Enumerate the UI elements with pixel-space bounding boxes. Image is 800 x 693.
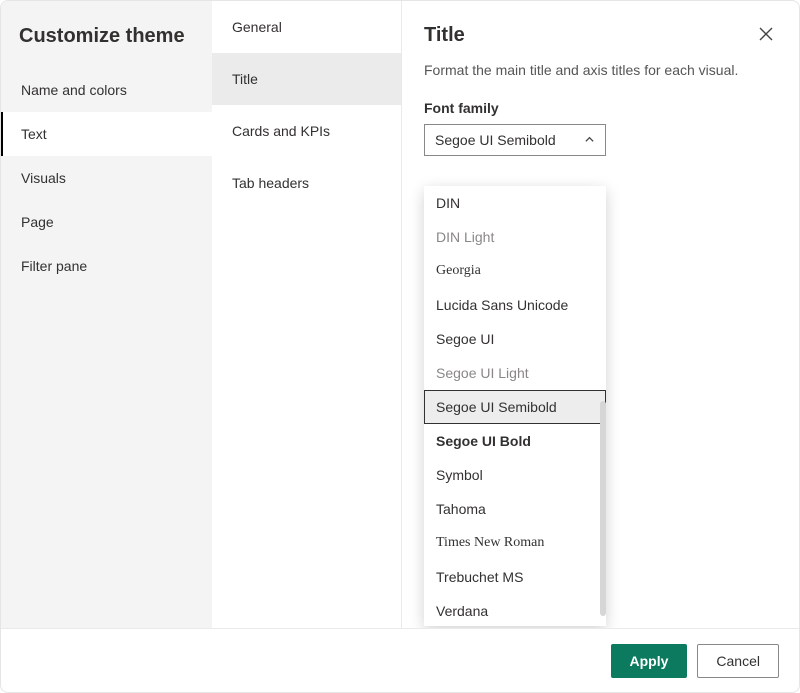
dialog-body: Customize theme Name and colorsTextVisua… bbox=[1, 1, 799, 628]
font-option[interactable]: Verdana bbox=[424, 594, 606, 626]
secondary-nav-item[interactable]: Title bbox=[212, 53, 401, 105]
font-option[interactable]: Trebuchet MS bbox=[424, 560, 606, 594]
font-option[interactable]: Segoe UI Bold bbox=[424, 424, 606, 458]
primary-nav: Customize theme Name and colorsTextVisua… bbox=[1, 1, 212, 628]
settings-panel: Title Format the main title and axis tit… bbox=[402, 1, 799, 628]
font-option[interactable]: Times New Roman bbox=[424, 526, 606, 560]
font-option[interactable]: DIN bbox=[424, 186, 606, 220]
primary-nav-item[interactable]: Name and colors bbox=[1, 68, 212, 112]
chevron-up-icon bbox=[584, 132, 595, 148]
font-option[interactable]: Segoe UI Semibold bbox=[424, 390, 606, 424]
primary-nav-item[interactable]: Visuals bbox=[1, 156, 212, 200]
dialog-footer: Apply Cancel bbox=[1, 628, 799, 692]
primary-nav-item[interactable]: Page bbox=[1, 200, 212, 244]
secondary-nav: GeneralTitleCards and KPIsTab headers bbox=[212, 1, 402, 628]
customize-theme-dialog: Customize theme Name and colorsTextVisua… bbox=[0, 0, 800, 693]
primary-nav-item[interactable]: Filter pane bbox=[1, 244, 212, 288]
panel-heading: Title bbox=[424, 24, 465, 47]
font-family-value: Segoe UI Semibold bbox=[435, 132, 556, 148]
secondary-nav-item[interactable]: Tab headers bbox=[212, 157, 401, 209]
font-option[interactable]: Tahoma bbox=[424, 492, 606, 526]
apply-button[interactable]: Apply bbox=[611, 644, 688, 678]
dialog-title: Customize theme bbox=[1, 1, 212, 68]
primary-nav-item[interactable]: Text bbox=[1, 112, 212, 156]
font-option[interactable]: DIN Light bbox=[424, 220, 606, 254]
font-option[interactable]: Segoe UI bbox=[424, 322, 606, 356]
cancel-button[interactable]: Cancel bbox=[697, 644, 779, 678]
secondary-nav-item[interactable]: General bbox=[212, 1, 401, 53]
font-family-dropdown: DINDIN LightGeorgiaLucida Sans UnicodeSe… bbox=[424, 186, 606, 626]
font-option[interactable]: Symbol bbox=[424, 458, 606, 492]
close-icon bbox=[759, 28, 773, 44]
font-option[interactable]: Lucida Sans Unicode bbox=[424, 288, 606, 322]
font-family-label: Font family bbox=[424, 100, 777, 116]
dropdown-scrollbar[interactable] bbox=[600, 401, 606, 616]
secondary-nav-item[interactable]: Cards and KPIs bbox=[212, 105, 401, 157]
font-option[interactable]: Segoe UI Light bbox=[424, 356, 606, 390]
close-button[interactable] bbox=[755, 23, 777, 48]
font-option[interactable]: Georgia bbox=[424, 254, 606, 288]
font-family-select[interactable]: Segoe UI Semibold bbox=[424, 124, 606, 156]
panel-description: Format the main title and axis titles fo… bbox=[424, 62, 777, 78]
